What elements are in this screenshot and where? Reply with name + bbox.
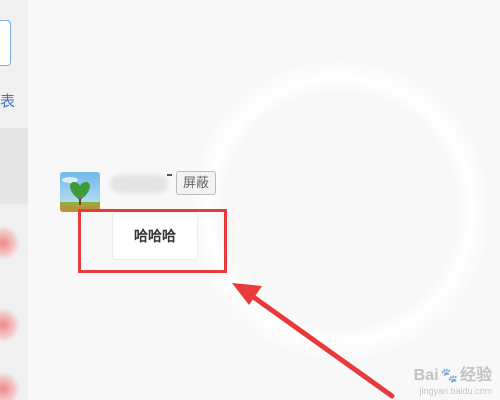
watermark-url: jingyan.baidu.com (419, 386, 492, 396)
blurred-avatar (0, 372, 20, 400)
app-window: 表 屏蔽 哈哈哈 Bai� (0, 0, 500, 400)
sidebar-link-label[interactable]: 表 (0, 93, 15, 111)
sidebar-selected-item[interactable] (0, 128, 28, 204)
left-sidebar: 表 (0, 0, 28, 400)
blurred-avatar (0, 226, 20, 260)
watermark-brand-cn: 经验 (459, 367, 492, 384)
baidu-paw-icon: 🐾 (440, 367, 458, 383)
watermark-brand: Bai (413, 367, 439, 384)
blurred-username (110, 175, 168, 193)
block-button[interactable]: 屏蔽 (176, 171, 217, 195)
red-highlight-box (78, 209, 227, 273)
username-tail (167, 174, 172, 176)
blurred-avatar (0, 308, 20, 342)
sidebar-input-box[interactable] (0, 20, 11, 66)
heart-tree-avatar-icon[interactable] (60, 172, 100, 212)
background-ring (190, 60, 490, 360)
watermark: Bai 🐾 经验 jingyan.baidu.com (414, 365, 492, 396)
